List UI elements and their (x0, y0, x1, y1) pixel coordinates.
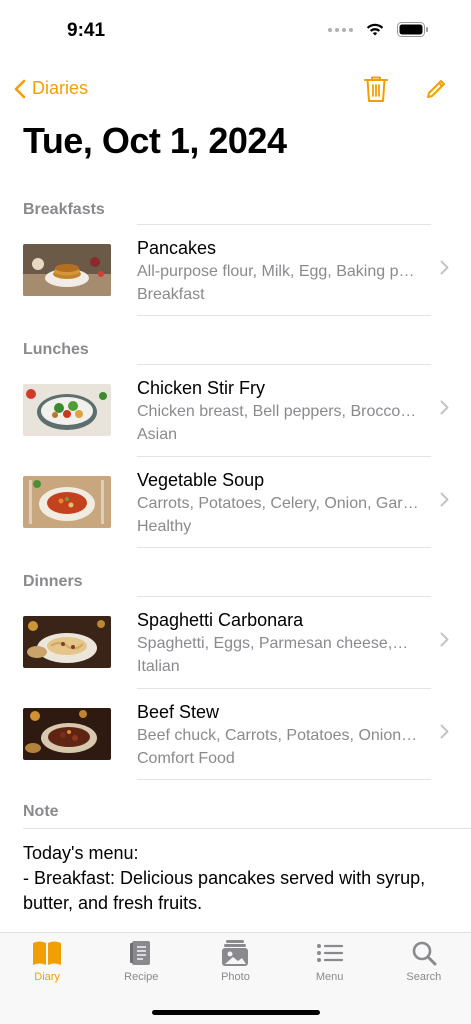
trash-icon (364, 76, 388, 102)
recipe-title: Spaghetti Carbonara (137, 610, 304, 630)
tab-photo[interactable]: Photo (188, 939, 282, 983)
tab-bar: Diary Recipe Photo Menu Search (0, 932, 471, 1024)
recipe-row-pancakes[interactable]: Pancakes All-purpose flour, Milk, Egg, B… (0, 224, 471, 316)
tab-menu[interactable]: Menu (283, 939, 377, 983)
recipe-ingredients: All-purpose flour, Milk, Egg, Baking p… (137, 263, 415, 280)
chevron-right-icon (440, 724, 449, 739)
photo-icon (222, 940, 249, 966)
tab-search[interactable]: Search (377, 939, 471, 983)
section-lunches: Lunches Chicken Stir Fry Chicken breast,… (0, 328, 471, 548)
spaghetti-carbonara-thumbnail (23, 616, 111, 668)
status-indicators (328, 22, 429, 37)
beef-stew-thumbnail (23, 708, 111, 760)
recipe-row-spaghetti-carbonara[interactable]: Spaghetti Carbonara Spaghetti, Eggs, Par… (0, 596, 471, 688)
recipe-title: Beef Stew (137, 702, 220, 722)
tab-label: Recipe (124, 971, 159, 983)
cellular-signal-icon (328, 27, 353, 32)
battery-icon (397, 22, 428, 37)
tab-label: Photo (221, 971, 250, 983)
recipe-ingredients: Chicken breast, Bell peppers, Brocco… (137, 403, 417, 420)
pancakes-thumbnail (23, 244, 111, 296)
status-time: 9:41 (67, 20, 106, 41)
diary-content: Breakfasts Pancakes All-purpose flour, M… (0, 188, 471, 916)
note-text[interactable]: Today's menu: - Breakfast: Delicious pan… (23, 828, 471, 916)
section-dinners: Dinners Spaghetti Carbonara Spaghetti, E… (0, 560, 471, 780)
wifi-icon (366, 23, 384, 36)
home-indicator (152, 1010, 320, 1015)
back-button[interactable]: Diaries (14, 78, 88, 99)
recipe-row-beef-stew[interactable]: Beef Stew Beef chuck, Carrots, Potatoes,… (0, 688, 471, 780)
chevron-right-icon (440, 492, 449, 507)
chevron-right-icon (440, 632, 449, 647)
recipe-ingredients: Carrots, Potatoes, Celery, Onion, Gar… (137, 495, 419, 512)
vegetable-soup-thumbnail (23, 476, 111, 528)
list-icon (316, 944, 343, 962)
recipe-title: Pancakes (137, 238, 217, 258)
tab-label: Diary (34, 971, 60, 983)
recipe-category: Breakfast (137, 286, 205, 303)
recipe-book-icon (130, 941, 151, 965)
recipe-ingredients: Spaghetti, Eggs, Parmesan cheese,… (137, 635, 409, 652)
status-bar: 9:41 (0, 0, 471, 60)
edit-button[interactable] (421, 74, 451, 104)
section-header: Dinners (23, 573, 83, 590)
navigation-bar: Diaries (0, 70, 471, 114)
page-title: Tue, Oct 1, 2024 (23, 120, 287, 161)
recipe-category: Healthy (137, 518, 192, 535)
recipe-row-vegetable-soup[interactable]: Vegetable Soup Carrots, Potatoes, Celery… (0, 456, 471, 548)
chevron-left-icon (14, 79, 26, 98)
recipe-ingredients: Beef chuck, Carrots, Potatoes, Onion… (137, 727, 418, 744)
chicken-stir-fry-thumbnail (23, 384, 111, 436)
back-button-label: Diaries (32, 78, 89, 98)
book-icon (33, 941, 62, 965)
recipe-row-chicken-stir-fry[interactable]: Chicken Stir Fry Chicken breast, Bell pe… (0, 364, 471, 456)
section-header: Lunches (23, 341, 89, 358)
note-header: Note (23, 803, 59, 820)
chevron-right-icon (440, 260, 449, 275)
chevron-right-icon (440, 400, 449, 415)
recipe-category: Asian (137, 426, 178, 443)
recipe-category: Comfort Food (137, 750, 235, 767)
section-breakfasts: Breakfasts Pancakes All-purpose flour, M… (0, 188, 471, 316)
recipe-title: Chicken Stir Fry (137, 378, 266, 398)
pencil-icon (427, 80, 445, 98)
delete-button[interactable] (361, 74, 391, 104)
section-header: Breakfasts (23, 201, 105, 218)
tab-label: Search (406, 971, 442, 983)
tab-diary[interactable]: Diary (0, 939, 94, 983)
recipe-category: Italian (137, 658, 180, 675)
recipe-title: Vegetable Soup (137, 470, 265, 490)
search-icon (412, 941, 437, 966)
tab-label: Menu (315, 971, 344, 983)
tab-recipe[interactable]: Recipe (94, 939, 188, 983)
